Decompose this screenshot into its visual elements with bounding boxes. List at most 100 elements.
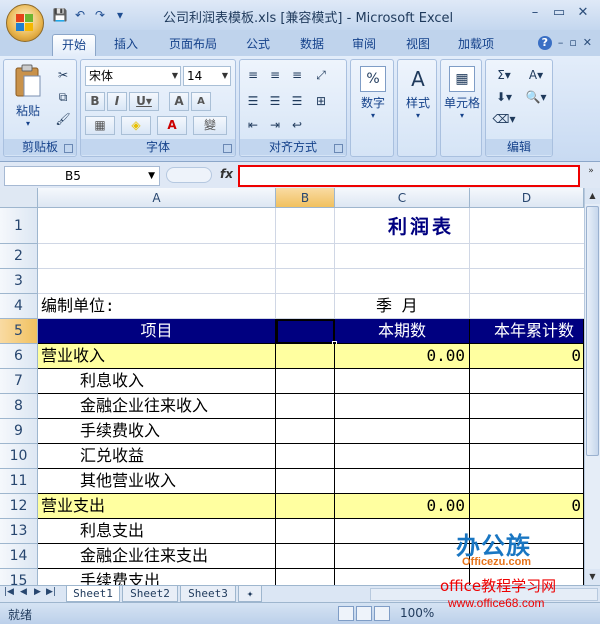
page-break-view-icon[interactable] — [374, 606, 390, 621]
active-cell-b5[interactable] — [276, 319, 335, 344]
tab-insert[interactable]: 插入 — [104, 34, 148, 56]
income-ytd[interactable]: 0 — [470, 344, 584, 369]
sheet-tab-sheet2[interactable]: Sheet2 — [122, 586, 178, 602]
row-header[interactable]: 1 — [0, 208, 38, 244]
decrease-indent-icon[interactable]: ⇤ — [244, 116, 262, 134]
fill-color-icon[interactable]: ◈ — [121, 116, 151, 135]
normal-view-icon[interactable] — [338, 606, 354, 621]
undo-icon[interactable]: ↶ — [72, 7, 88, 23]
cells-button[interactable]: ▦ 单元格 ▾ — [442, 66, 482, 120]
unit-label[interactable]: 编制单位: — [38, 294, 276, 319]
tab-view[interactable]: 视图 — [396, 34, 440, 56]
select-all-corner[interactable] — [0, 188, 38, 208]
row-header[interactable]: 14 — [0, 544, 38, 569]
cut-icon[interactable]: ✂ — [54, 66, 72, 84]
decrease-font-icon[interactable]: A — [191, 92, 211, 111]
header-current[interactable]: 本期数 — [335, 319, 470, 344]
minimize-button[interactable]: – — [524, 4, 546, 22]
formula-input[interactable] — [238, 165, 580, 187]
expense-ytd[interactable]: 0 — [470, 494, 584, 519]
tab-formulas[interactable]: 公式 — [236, 34, 280, 56]
row-header[interactable]: 6 — [0, 344, 38, 369]
period-label[interactable]: 季 月 — [376, 294, 466, 319]
row-header[interactable]: 10 — [0, 444, 38, 469]
clear-icon[interactable]: ⌫▾ — [490, 110, 518, 128]
font-color-icon[interactable]: A — [157, 116, 187, 135]
column-header-a[interactable]: A — [38, 188, 276, 208]
expense-current[interactable]: 0.00 — [335, 494, 470, 519]
row-header[interactable]: 5 — [0, 319, 38, 344]
list-item[interactable]: 金融企业往来收入 — [38, 394, 276, 419]
merge-center-icon[interactable]: ⊞ — [312, 92, 330, 110]
row-header[interactable]: 12 — [0, 494, 38, 519]
row-header[interactable]: 15 — [0, 569, 38, 585]
sort-filter-icon[interactable]: A▾ — [522, 66, 550, 84]
row-header[interactable]: 9 — [0, 419, 38, 444]
help-icon[interactable]: ? — [537, 36, 552, 50]
last-sheet-icon[interactable]: ▶| — [46, 587, 56, 597]
clipboard-launcher-icon[interactable] — [64, 144, 73, 153]
column-header-d[interactable]: D — [470, 188, 584, 208]
row-header[interactable]: 8 — [0, 394, 38, 419]
align-top-icon[interactable]: ≡ — [244, 66, 262, 84]
row-header[interactable]: 2 — [0, 244, 38, 269]
zoom-level[interactable]: 100% — [400, 606, 434, 620]
format-painter-icon[interactable]: 🖌 — [54, 110, 72, 128]
expense-b[interactable] — [276, 494, 335, 519]
tab-data[interactable]: 数据 — [290, 34, 334, 56]
borders-icon[interactable]: ▦ — [85, 116, 115, 135]
row-header[interactable]: 11 — [0, 469, 38, 494]
scroll-down-icon[interactable]: ▼ — [585, 569, 600, 585]
save-icon[interactable]: 💾 — [52, 7, 68, 23]
list-item[interactable]: 利息支出 — [38, 519, 276, 544]
page-layout-view-icon[interactable] — [356, 606, 372, 621]
name-box[interactable]: B5 ▼ — [4, 166, 160, 186]
header-item[interactable]: 项目 — [38, 319, 276, 344]
underline-button[interactable]: U▾ — [129, 92, 159, 111]
income-label[interactable]: 营业收入 — [38, 344, 276, 369]
autosum-icon[interactable]: Σ▾ — [490, 66, 518, 84]
tab-page-layout[interactable]: 页面布局 — [160, 34, 226, 56]
row-header[interactable]: 4 — [0, 294, 38, 319]
first-sheet-icon[interactable]: |◀ — [4, 587, 14, 597]
close-button[interactable]: ✕ — [572, 4, 594, 22]
list-item[interactable]: 金融企业往来支出 — [38, 544, 276, 569]
vertical-scrollbar[interactable]: ▲ ▼ — [584, 188, 600, 585]
column-header-c[interactable]: C — [335, 188, 470, 208]
align-center-icon[interactable]: ☰ — [266, 92, 284, 110]
fill-icon[interactable]: ⬇▾ — [490, 88, 518, 106]
scrollbar-thumb[interactable] — [586, 206, 599, 456]
align-left-icon[interactable]: ☰ — [244, 92, 262, 110]
sheet-tab-sheet3[interactable]: Sheet3 — [180, 586, 236, 602]
row-header[interactable]: 3 — [0, 269, 38, 294]
next-sheet-icon[interactable]: ▶ — [34, 587, 41, 597]
chevron-down-icon[interactable]: ▼ — [148, 167, 155, 185]
phonetic-icon[interactable]: 變 — [193, 116, 227, 135]
expand-formula-bar-icon[interactable]: » — [584, 166, 598, 184]
orientation-icon[interactable]: ⤢ — [312, 66, 330, 84]
styles-button[interactable]: A 样式 ▾ — [400, 66, 436, 120]
list-item[interactable]: 手续费支出 — [38, 569, 276, 585]
scroll-up-icon[interactable]: ▲ — [585, 188, 600, 204]
list-item[interactable]: 汇兑收益 — [38, 444, 276, 469]
list-item[interactable]: 手续费收入 — [38, 419, 276, 444]
font-size-combo[interactable]: 14 ▼ — [183, 66, 231, 86]
list-item[interactable]: 利息收入 — [38, 369, 276, 394]
income-b[interactable] — [276, 344, 335, 369]
number-format-button[interactable]: % 数字 ▾ — [355, 66, 391, 120]
tab-home[interactable]: 开始 — [52, 34, 96, 56]
font-launcher-icon[interactable] — [223, 144, 232, 153]
ribbon-close-button[interactable]: ✕ — [583, 36, 592, 50]
tab-review[interactable]: 审阅 — [342, 34, 386, 56]
insert-sheet-icon[interactable]: ✦ — [238, 586, 262, 602]
income-current[interactable]: 0.00 — [335, 344, 470, 369]
tab-addins[interactable]: 加载项 — [450, 34, 502, 56]
row-header[interactable]: 7 — [0, 369, 38, 394]
column-header-b[interactable]: B — [276, 188, 335, 208]
expense-label[interactable]: 营业支出 — [38, 494, 276, 519]
office-button[interactable] — [6, 4, 44, 42]
font-name-combo[interactable]: 宋体 ▼ — [85, 66, 181, 86]
increase-indent-icon[interactable]: ⇥ — [266, 116, 284, 134]
insert-function-icon[interactable]: fx — [220, 167, 233, 181]
prev-sheet-icon[interactable]: ◀ — [20, 587, 27, 597]
